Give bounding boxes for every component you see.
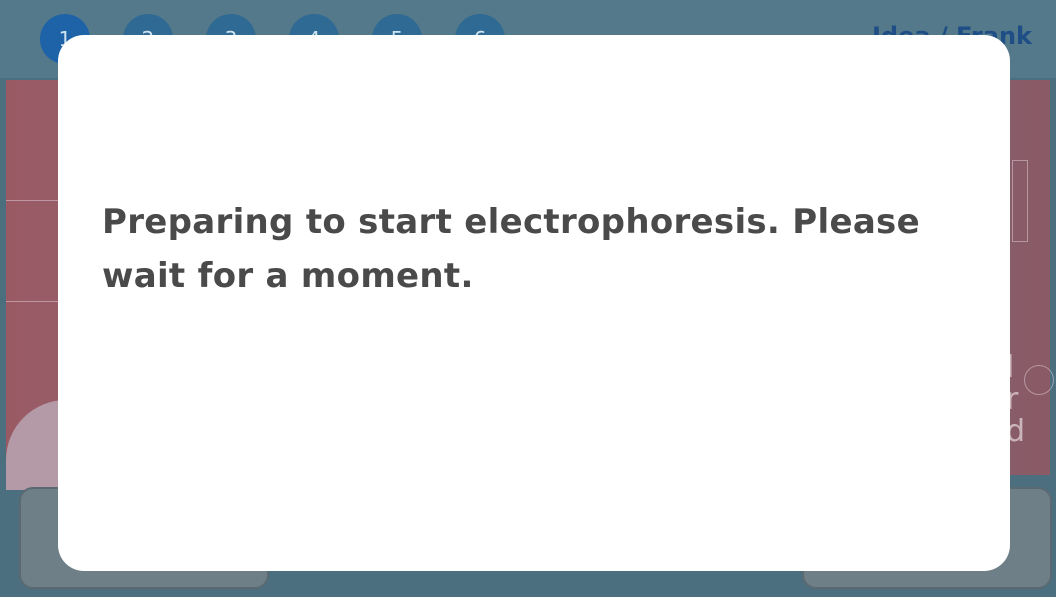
app-screen: 1 2 3 4 5 6 Idea / Frank l r d Preparing… (0, 0, 1056, 597)
loading-dialog: Preparing to start electrophoresis. Plea… (58, 35, 1010, 571)
background-circle-icon (1024, 365, 1054, 395)
background-outline-right (1012, 160, 1028, 242)
dialog-message: Preparing to start electrophoresis. Plea… (102, 202, 920, 296)
